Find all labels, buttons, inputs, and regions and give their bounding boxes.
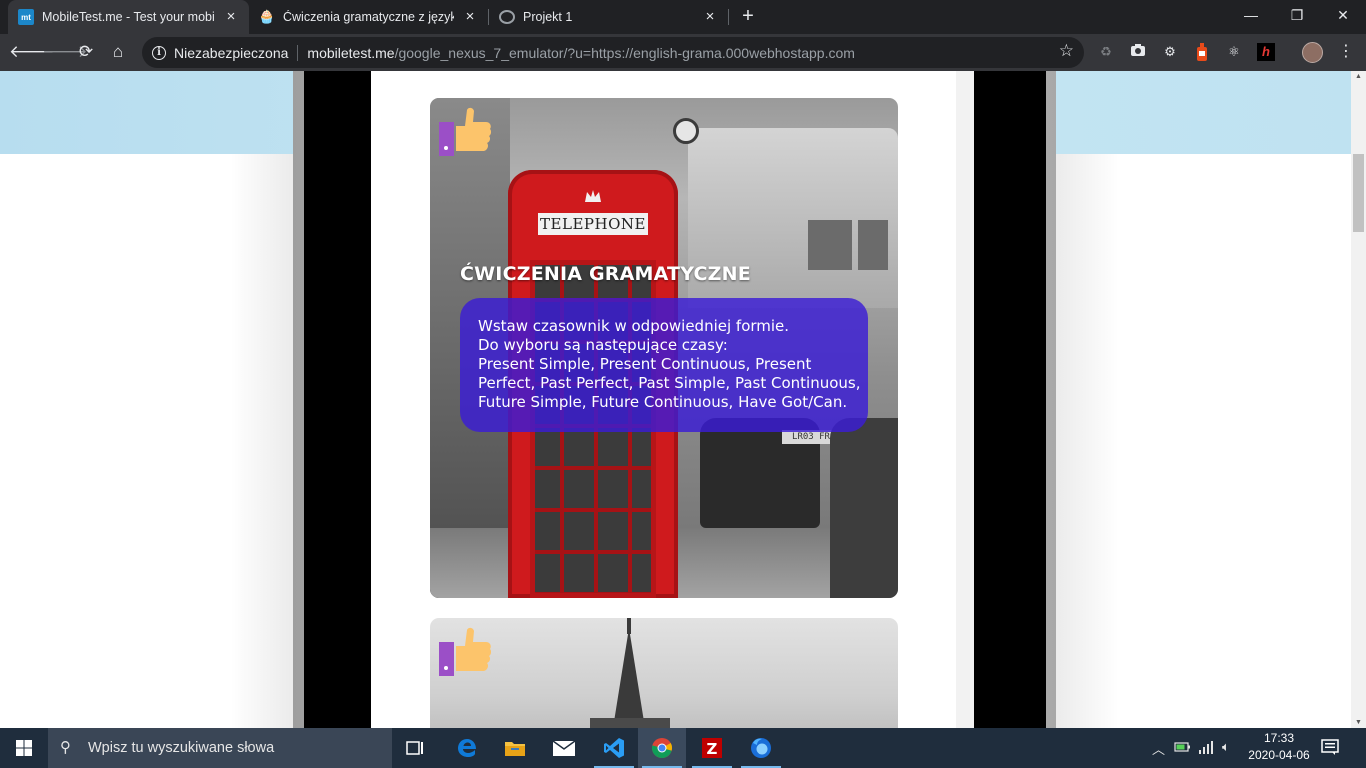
vscode-icon[interactable] <box>590 728 638 768</box>
device-shadow <box>1056 154 1119 728</box>
network-signal-icon[interactable] <box>1198 740 1214 757</box>
tray-chevron-up-icon[interactable]: ︿ <box>1152 739 1165 758</box>
h-extension-icon[interactable]: h <box>1257 43 1275 61</box>
card-description-line: Present Simple, Present Continuous, Pres… <box>478 355 812 373</box>
browser-tab-strip: mt MobileTest.me - Test your mobile × 🧁 … <box>0 0 1366 34</box>
windows-logo-icon <box>16 740 32 756</box>
windows-taskbar: ⚲ Wpisz tu wyszukiwane słowa Z ︿ 🔈︎ 17:3… <box>0 728 1366 768</box>
restore-button[interactable]: ❐ <box>1274 0 1320 30</box>
task-view-icon[interactable] <box>392 728 440 768</box>
device-shadow <box>230 154 293 728</box>
device-screen-edge <box>956 71 974 728</box>
cupcake-icon: 🧁 <box>258 9 276 24</box>
mail-icon[interactable] <box>540 728 588 768</box>
gear-extension-icon[interactable]: ⚙ <box>1161 43 1179 61</box>
spire <box>613 628 645 728</box>
profile-avatar[interactable] <box>1302 42 1323 63</box>
filezilla-icon[interactable]: Z <box>688 728 736 768</box>
volume-icon[interactable]: 🔈︎ <box>1222 739 1230 755</box>
tower-base <box>590 718 670 728</box>
security-label[interactable]: Niezabezpieczona <box>174 45 288 61</box>
minimize-button[interactable]: — <box>1228 0 1274 30</box>
browser-toolbar: 🡐 🡒 ⟳ ⌂ i Niezabezpieczona mobiletest.me… <box>0 34 1366 71</box>
edge-icon[interactable] <box>443 728 491 768</box>
start-button[interactable] <box>0 728 48 768</box>
booth-sign: TELEPHONE <box>538 213 648 235</box>
exercise-card[interactable]: LR03 FR TELEPHONE ĆWICZENIA GRAMATYCZNE … <box>430 98 898 598</box>
bus-window <box>858 220 888 270</box>
bus-window <box>808 220 852 270</box>
page-scrollbar[interactable]: ▲ ▼ <box>1351 71 1366 728</box>
card-description-line: Future Simple, Future Continuous, Have G… <box>478 393 848 411</box>
thumbs-up-icon[interactable] <box>439 106 491 156</box>
tab-title: Ćwiczenia gramatyczne z języka a <box>283 10 454 24</box>
menu-kebab-icon[interactable]: ⋮ <box>1338 41 1354 63</box>
car-image: LR03 FR <box>700 418 840 528</box>
scroll-thumb[interactable] <box>1353 154 1364 232</box>
svg-text:Z: Z <box>707 740 718 758</box>
clock-date[interactable]: 2020-04-06 <box>1244 748 1314 762</box>
clock-time[interactable]: 17:33 <box>1256 731 1302 745</box>
firefox-developer-icon[interactable] <box>737 728 785 768</box>
tab-projekt[interactable]: Projekt 1 × <box>489 0 728 34</box>
url-path[interactable]: /google_nexus_7_emulator/?u=https://engl… <box>395 45 855 61</box>
exercise-card[interactable] <box>430 618 898 728</box>
reload-button[interactable]: ⟳ <box>74 40 98 64</box>
street-clock <box>673 118 699 144</box>
mobiletest-favicon-icon: mt <box>18 9 34 25</box>
react-extension-icon[interactable]: ⚛ <box>1225 43 1243 61</box>
crown-icon <box>585 190 601 202</box>
chrome-icon[interactable] <box>638 728 686 768</box>
tab-mobiletest[interactable]: mt MobileTest.me - Test your mobile × <box>8 0 249 34</box>
close-window-button[interactable]: ✕ <box>1320 0 1366 30</box>
url-host[interactable]: mobiletest.me <box>307 45 394 61</box>
thumbs-up-icon[interactable] <box>439 626 491 676</box>
new-tab-button[interactable]: + <box>737 5 759 27</box>
close-tab-icon[interactable]: × <box>462 9 478 25</box>
emulated-screen[interactable]: LR03 FR TELEPHONE ĆWICZENIA GRAMATYCZNE … <box>371 71 956 728</box>
notifications-icon[interactable] <box>1320 738 1344 758</box>
tab-separator <box>728 9 729 25</box>
bottle-extension-icon[interactable] <box>1193 43 1211 61</box>
card-description-line: Do wyboru są następujące czasy: <box>478 336 728 354</box>
battery-icon[interactable] <box>1174 740 1192 757</box>
page-viewport: LR03 FR TELEPHONE ĆWICZENIA GRAMATYCZNE … <box>0 71 1366 728</box>
info-icon[interactable]: i <box>152 45 166 60</box>
close-tab-icon[interactable]: × <box>223 9 239 25</box>
tab-title: MobileTest.me - Test your mobile <box>42 10 215 24</box>
scroll-down-arrow-icon[interactable]: ▼ <box>1354 719 1363 726</box>
globe-icon <box>499 10 515 24</box>
file-explorer-icon[interactable] <box>491 728 539 768</box>
omnibox-divider <box>297 44 299 61</box>
tab-title: Projekt 1 <box>523 10 573 24</box>
close-tab-icon[interactable]: × <box>702 9 718 25</box>
card-description-line: Perfect, Past Perfect, Past Simple, Past… <box>478 374 861 392</box>
card-description-line: Wstaw czasownik w odpowiedniej formie. <box>478 317 790 335</box>
tab-cwiczenia[interactable]: 🧁 Ćwiczenia gramatyczne z języka a × <box>249 0 488 34</box>
card-title: ĆWICZENIA GRAMATYCZNE <box>460 263 751 285</box>
recycle-extension-icon[interactable]: ♻ <box>1097 43 1115 61</box>
back-button[interactable]: 🡐 <box>9 40 55 64</box>
card-description-box: Wstaw czasownik w odpowiedniej formie. D… <box>460 298 868 432</box>
scroll-up-arrow-icon[interactable]: ▲ <box>1354 73 1363 80</box>
car-image <box>830 418 898 598</box>
taskbar-search[interactable]: ⚲ Wpisz tu wyszukiwane słowa <box>48 728 392 768</box>
search-placeholder: Wpisz tu wyszukiwane słowa <box>88 740 275 756</box>
search-icon: ⚲ <box>60 739 71 756</box>
forward-button[interactable]: 🡒 <box>42 40 88 64</box>
camera-extension-icon[interactable] <box>1129 43 1147 61</box>
home-button[interactable]: ⌂ <box>106 40 130 64</box>
address-bar[interactable]: i Niezabezpieczona mobiletest.me/google_… <box>142 37 1084 68</box>
bookmark-star-icon[interactable]: ☆ <box>1059 41 1074 61</box>
